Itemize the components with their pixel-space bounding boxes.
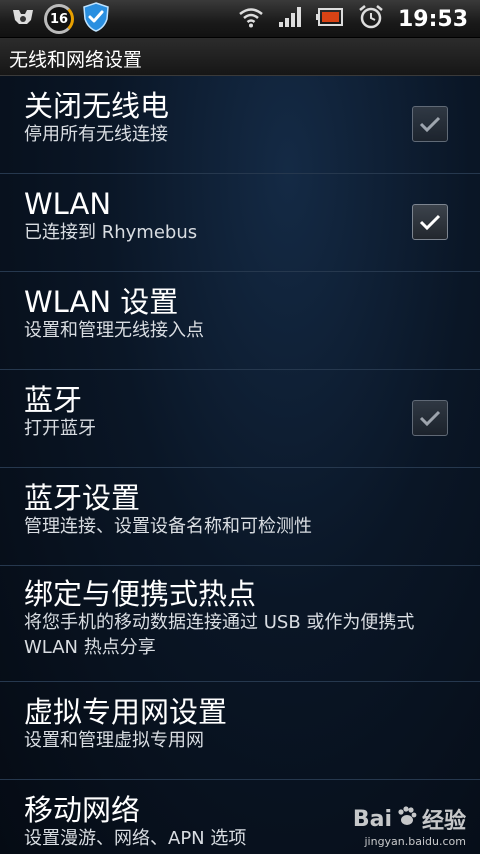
shield-icon (82, 2, 110, 36)
setting-subtitle: 设置和管理虚拟专用网 (24, 730, 204, 752)
setting-airplane-mode[interactable]: 关闭无线电 停用所有无线连接 (0, 76, 480, 174)
check-icon (419, 116, 441, 133)
setting-subtitle: 打开蓝牙 (24, 418, 96, 440)
clock-time: 19:53 (397, 6, 468, 32)
setting-title: 蓝牙设置 (24, 481, 141, 515)
setting-subtitle: 已连接到 Rhymebus (24, 222, 198, 244)
wlan-checkbox[interactable] (412, 204, 448, 240)
signal-icon (278, 6, 302, 32)
bluetooth-checkbox[interactable] (412, 400, 448, 436)
setting-bluetooth[interactable]: 蓝牙 打开蓝牙 (0, 370, 480, 468)
status-bar: 16 19:53 (0, 0, 480, 38)
airplane-mode-checkbox[interactable] (412, 106, 448, 142)
screen: 16 19:53 无线和网络设置 关闭无线电 停用所有无线连接 WLAN 已连接… (0, 0, 480, 854)
check-icon (419, 214, 441, 231)
setting-subtitle: 将您手机的移动数据连接通过 USB 或作为便携式 WLAN 热点分享 (24, 612, 415, 658)
watermark-url: jingyan.baidu.com (364, 835, 466, 848)
setting-subtitle: 停用所有无线连接 (24, 124, 168, 146)
page-title: 无线和网络设置 (9, 49, 143, 71)
setting-title: WLAN 设置 (24, 285, 179, 319)
setting-tethering-hotspot[interactable]: 绑定与便携式热点 将您手机的移动数据连接通过 USB 或作为便携式 WLAN 热… (0, 566, 480, 682)
setting-bluetooth-settings[interactable]: 蓝牙设置 管理连接、设置设备名称和可检测性 (0, 468, 480, 566)
setting-wlan[interactable]: WLAN 已连接到 Rhymebus (0, 174, 480, 272)
baidu-watermark: Bai 经验 jingyan.baidu.com (353, 803, 466, 848)
battery-icon (315, 7, 344, 31)
alarm-icon (358, 4, 384, 34)
badge-number: 16 (49, 11, 69, 27)
watermark-suffix: 经验 (421, 809, 466, 834)
check-icon (419, 410, 441, 427)
settings-list: 关闭无线电 停用所有无线连接 WLAN 已连接到 Rhymebus WLAN 设… (0, 76, 480, 854)
setting-title: 虚拟专用网设置 (24, 695, 228, 729)
setting-subtitle: 管理连接、设置设备名称和可检测性 (24, 516, 312, 538)
badge-16-icon: 16 (44, 4, 74, 34)
setting-title: 绑定与便携式热点 (24, 577, 257, 611)
paw-icon (396, 805, 418, 833)
setting-subtitle: 设置和管理无线接入点 (24, 320, 204, 342)
watermark-brand: Bai (352, 806, 392, 832)
setting-wlan-settings[interactable]: WLAN 设置 设置和管理无线接入点 (0, 272, 480, 370)
setting-vpn[interactable]: 虚拟专用网设置 设置和管理虚拟专用网 (0, 682, 480, 780)
wifi-icon (238, 6, 264, 32)
title-bar: 无线和网络设置 (0, 38, 480, 76)
controller-icon (10, 6, 36, 32)
